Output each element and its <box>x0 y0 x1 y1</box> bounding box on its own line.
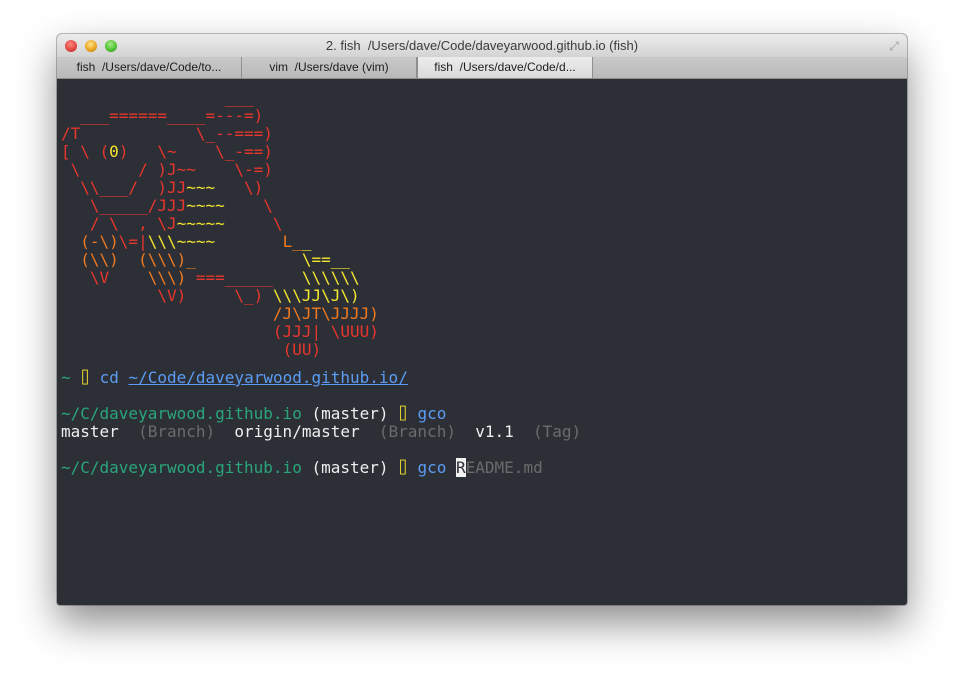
ascii-art-segment: \\\\\\ <box>272 268 360 287</box>
tab-fish-github-io[interactable]: fish /Users/dave/Code/d... <box>417 57 593 78</box>
ascii-art-segment: \V) <box>61 286 235 305</box>
ascii-art-line: /J\JT\JJJJ) <box>61 305 379 323</box>
ascii-art-segment: /T \_--===) <box>61 124 273 143</box>
prompt-branch: (master) <box>311 404 389 423</box>
ascii-art-segment: \==__ <box>301 250 350 269</box>
command-name: cd <box>99 368 119 387</box>
command-name: gco <box>417 404 447 423</box>
completion-item[interactable]: origin/master <box>234 422 359 441</box>
ascii-art-segment: /J\JT\JJJJ) <box>272 304 379 323</box>
ascii-art-segment: (\\) (\\\)_ <box>61 250 302 269</box>
ascii-art-segment: \\\ <box>147 232 177 251</box>
ascii-art-segment: 0 <box>109 142 119 161</box>
ascii-art-line: ___ <box>61 89 254 107</box>
prompt-cwd: ~/C/daveyarwood.github.io <box>61 404 302 423</box>
title-bar[interactable]: 2. fish /Users/dave/Code/daveyarwood.git… <box>57 34 907 58</box>
ascii-art-segment: \_) <box>234 286 273 305</box>
ascii-art-line: \_____/JJJ~~~~ \ <box>61 197 273 215</box>
ascii-art-line: / \ , \J~~~~~ \ <box>61 215 283 233</box>
completion-list: master (Branch) origin/master (Branch) v… <box>61 423 581 441</box>
ascii-art-segment: ) \~ \_-==) <box>118 142 273 161</box>
command-line-gco: ~/C/daveyarwood.github.io (master) ⌷ gco <box>61 405 446 423</box>
prompt-icon: ⌷ <box>80 368 90 387</box>
ascii-art-line: \V \\\) ===_____ \\\\\\ <box>61 269 360 287</box>
prompt-icon: ⌷ <box>398 458 408 477</box>
ascii-art-segment: (JJJ| \UUU) <box>272 322 379 341</box>
completion-tag: (Tag) <box>533 422 582 441</box>
ascii-art-segment: \\\JJ\J\) <box>272 286 360 305</box>
tab-fish-todo[interactable]: fish /Users/dave/Code/to... <box>57 57 242 78</box>
ascii-art-segment: ~~~~ <box>186 196 225 215</box>
ascii-art-segment: ===_____ <box>195 268 273 287</box>
ascii-art-segment <box>61 322 273 341</box>
ascii-art-segment: / \ , \J <box>61 214 177 233</box>
ascii-art-segment: ___ <box>61 88 254 107</box>
autosuggestion: EADME.md <box>465 458 543 477</box>
ascii-art-segment: \ / )J~~ \-=) <box>61 160 273 179</box>
tab-vim[interactable]: vim /Users/dave (vim) <box>242 57 417 78</box>
terminal-output[interactable]: ___ ___======____=---=)/T \_--===)[ \ (0… <box>57 79 907 605</box>
ascii-art-line: [ \ (0) \~ \_-==) <box>61 143 273 161</box>
ascii-art-line: \\___/ )JJ~~~ \) <box>61 179 263 197</box>
command-line-cd: ~ ⌷ cd ~/Code/daveyarwood.github.io/ <box>61 369 408 387</box>
command-argument: ~/Code/daveyarwood.github.io/ <box>128 368 408 387</box>
prompt-tilde: ~ <box>61 368 71 387</box>
window-title: 2. fish /Users/dave/Code/daveyarwood.git… <box>325 38 639 53</box>
completion-item[interactable]: v1.1 <box>475 422 514 441</box>
ascii-art-line: \V) \_) \\\JJ\J\) <box>61 286 360 305</box>
ascii-art-line: \ / )J~~ \-=) <box>61 161 273 179</box>
ascii-art-segment: ~~~~ <box>176 232 216 251</box>
ascii-art-segment: \=| <box>118 232 148 251</box>
ascii-art-segment <box>61 304 273 323</box>
ascii-art-segment: _ <box>301 232 312 251</box>
ascii-art-line: ___======____=---=) <box>61 107 263 125</box>
fullscreen-icon[interactable]: ⤢ <box>887 39 901 53</box>
prompt-icon: ⌷ <box>398 404 408 423</box>
command-name: gco <box>417 458 447 477</box>
ascii-art-segment: ~~~~~ <box>176 214 225 233</box>
ascii-art-segment: \ <box>224 196 273 215</box>
completion-tag: (Branch) <box>378 422 456 441</box>
terminal-window: 2. fish /Users/dave/Code/daveyarwood.git… <box>57 34 907 605</box>
ascii-art-segment: [ \ ( <box>61 142 110 161</box>
ascii-art-segment: \V <box>61 268 148 287</box>
ascii-art-segment: \_____/JJJ <box>61 196 187 215</box>
tab-bar: fish /Users/dave/Code/to... vim /Users/d… <box>57 57 907 79</box>
prompt-cwd: ~/C/daveyarwood.github.io <box>61 458 302 477</box>
prompt-branch: (master) <box>311 458 389 477</box>
ascii-art-line: (\\) (\\\)_ \==__ <box>61 251 350 269</box>
ascii-art-segment: \) <box>215 178 264 197</box>
ascii-art-segment: L_ <box>215 232 302 251</box>
completion-tag: (Branch) <box>138 422 216 441</box>
ascii-art-segment: ~~~ <box>186 178 216 197</box>
completion-item[interactable]: master <box>61 422 119 441</box>
text-cursor: R <box>456 458 466 477</box>
ascii-art-line: (JJJ| \UUU) <box>61 323 379 341</box>
ascii-art-segment: \\___/ )JJ <box>61 178 187 197</box>
ascii-art-segment: (-\) <box>61 232 119 251</box>
ascii-art-segment: \ <box>224 214 283 233</box>
ascii-art-line: (-\)\=|\\\~~~~ L__ <box>61 233 311 251</box>
current-command-line[interactable]: ~/C/daveyarwood.github.io (master) ⌷ gco… <box>61 458 543 477</box>
ascii-art-segment: ___======____=---=) <box>61 106 264 125</box>
ascii-art-line: /T \_--===) <box>61 125 273 143</box>
ascii-art-segment: \\\) <box>147 268 196 287</box>
ascii-art-line: (UU) <box>61 340 322 359</box>
ascii-art-segment: (UU) <box>282 340 322 359</box>
ascii-art-segment <box>61 340 283 359</box>
